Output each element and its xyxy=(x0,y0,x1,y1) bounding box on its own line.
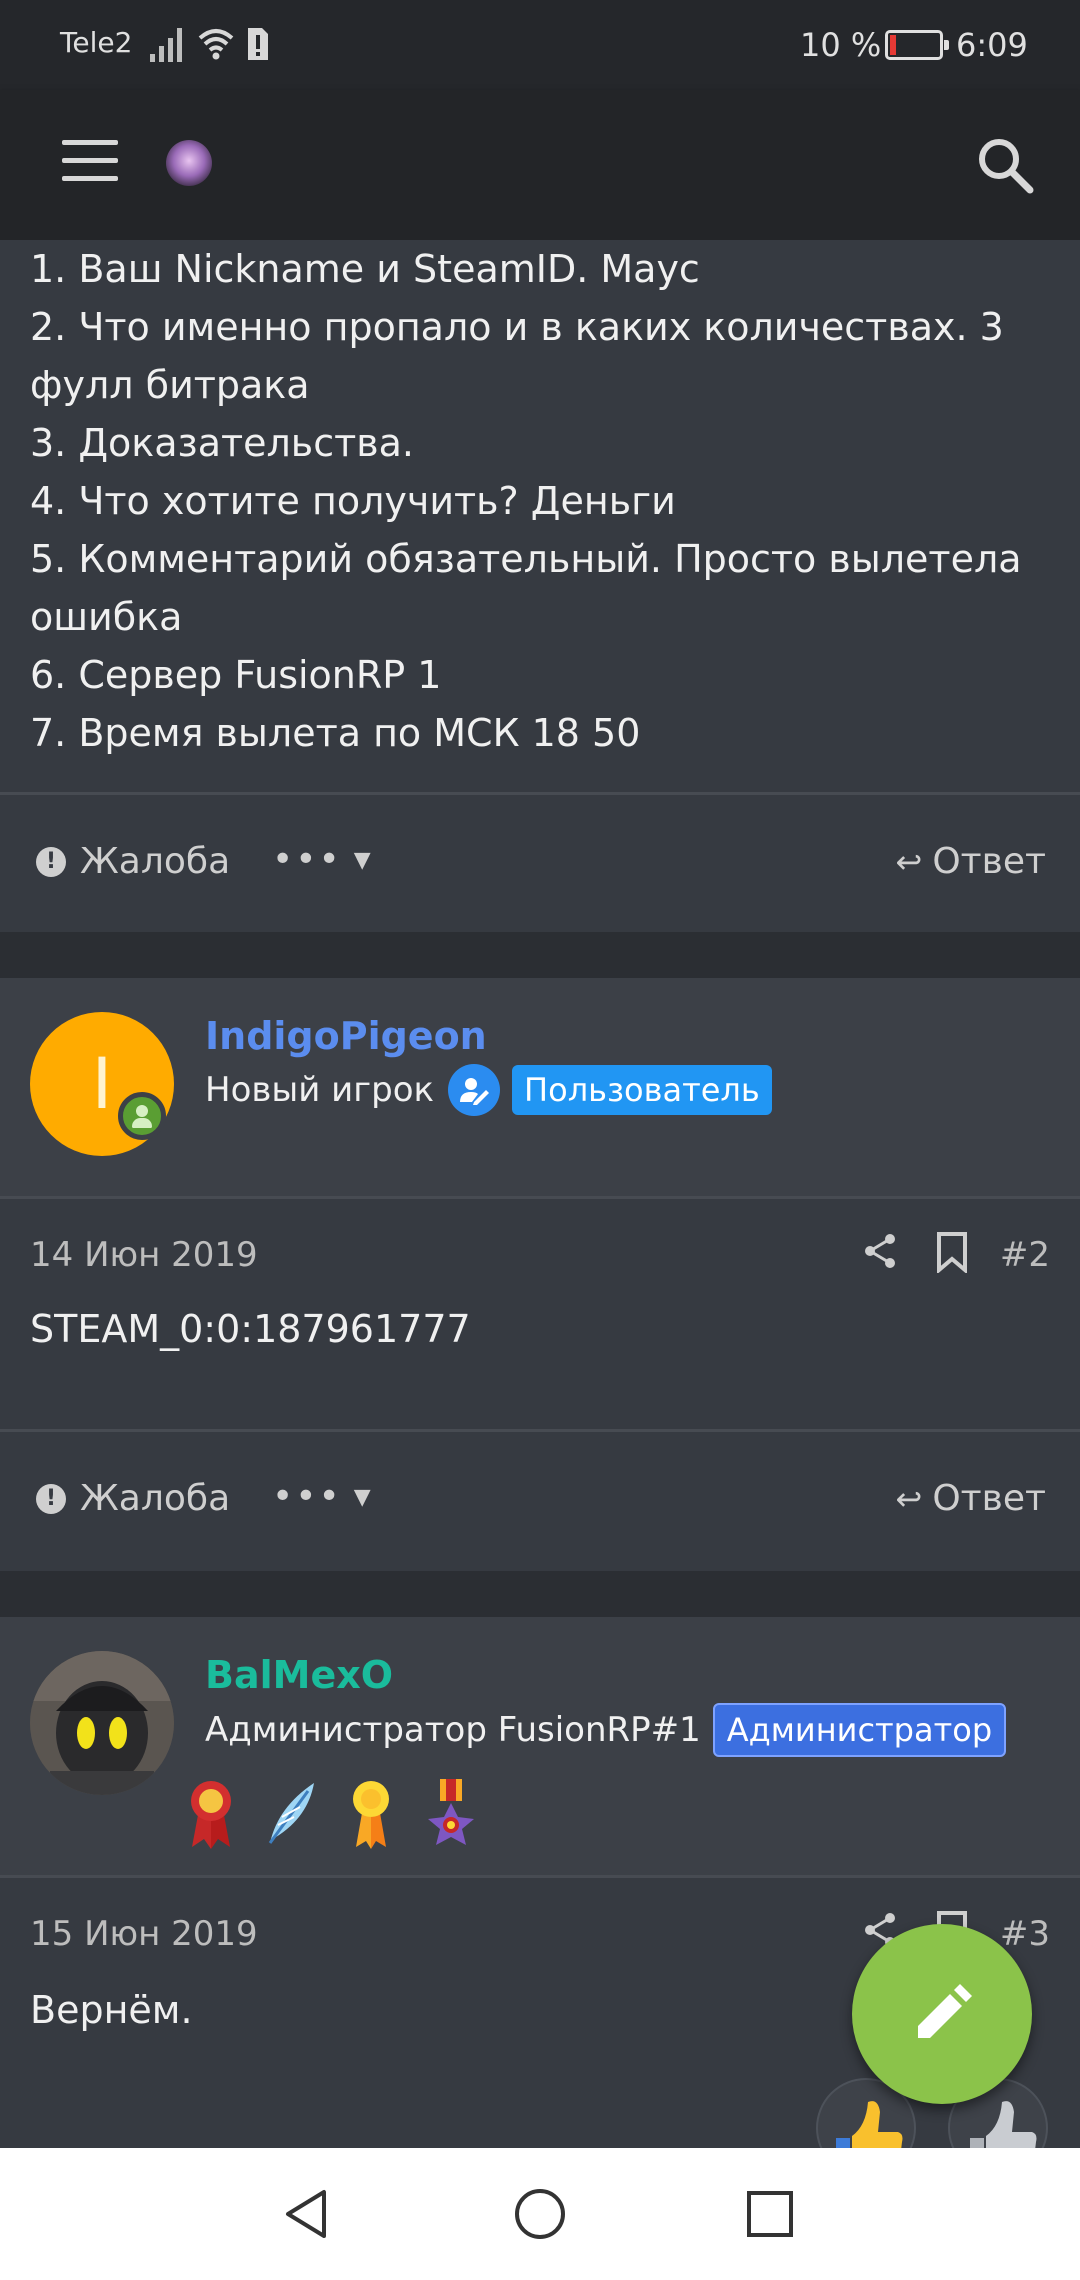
compose-button[interactable] xyxy=(852,1924,1032,2104)
post-line: 4. Что хотите получить? Деньги xyxy=(30,479,676,523)
post-1-actions: ! Жалоба ••• ▼ ↩ Ответ xyxy=(0,795,1080,931)
post-number[interactable]: #3 xyxy=(1000,1914,1050,1954)
search-icon[interactable] xyxy=(970,130,1040,200)
caret-down-icon: ▼ xyxy=(353,1485,373,1510)
username[interactable]: BalMexO xyxy=(205,1653,393,1697)
reply-label: Ответ xyxy=(932,841,1046,882)
alert-icon: ! xyxy=(36,846,66,877)
thread-content: 1. Ваш Nickname и SteamID. Маус 2. Что и… xyxy=(0,240,1080,2148)
post-2-actions: ! Жалоба ••• ▼ ↩ Ответ xyxy=(0,1432,1080,1568)
post-2: 14 Июн 2019 #2 STEAM_0:0:187961777 ! Жал… xyxy=(0,1199,1080,1571)
role-badge: Пользователь xyxy=(512,1065,772,1115)
online-status-icon xyxy=(118,1092,166,1140)
post-line: 2. Что именно пропало и в каких количест… xyxy=(30,305,1004,349)
hamburger-menu-icon[interactable] xyxy=(62,140,118,184)
reply-button[interactable]: ↩ Ответ xyxy=(896,1478,1046,1519)
verified-user-icon xyxy=(448,1064,501,1116)
back-icon[interactable] xyxy=(278,2184,338,2244)
post-line: 3. Доказательства. xyxy=(30,421,414,465)
bookmark-icon[interactable] xyxy=(935,1231,969,1273)
post-line: ошибка xyxy=(30,595,183,639)
caret-down-icon: ▼ xyxy=(353,848,373,873)
home-icon[interactable] xyxy=(510,2184,570,2244)
app-header xyxy=(0,90,1080,240)
site-logo[interactable] xyxy=(166,140,212,186)
post-date[interactable]: 15 Июн 2019 xyxy=(30,1914,258,1954)
post-line: 6. Сервер FusionRP 1 xyxy=(30,653,442,697)
post-1-body: 1. Ваш Nickname и SteamID. Маус 2. Что и… xyxy=(30,240,1050,762)
more-label: ••• xyxy=(272,1476,342,1517)
recents-icon[interactable] xyxy=(740,2184,800,2244)
gold-medal-award-icon[interactable] xyxy=(344,1777,398,1849)
post-gap xyxy=(0,932,1080,978)
post-line: 5. Комментарий обязательный. Просто выле… xyxy=(30,537,1022,581)
wifi-icon xyxy=(198,29,234,60)
report-button[interactable]: ! Жалоба xyxy=(36,841,230,882)
reply-button[interactable]: ↩ Ответ xyxy=(896,841,1046,882)
reply-label: Ответ xyxy=(932,1478,1046,1519)
pencil-icon xyxy=(918,1984,972,2038)
red-ribbon-award-icon[interactable] xyxy=(184,1777,238,1849)
avatar[interactable] xyxy=(30,1651,174,1795)
battery-icon xyxy=(885,30,949,60)
reply-icon: ↩ xyxy=(895,1480,923,1518)
reply-icon: ↩ xyxy=(895,843,923,881)
post-date[interactable]: 14 Июн 2019 xyxy=(30,1235,258,1275)
post-3-user-header: BalMexO Администратор FusionRP#1 Админис… xyxy=(0,1617,1080,1875)
user-title: Новый игрок xyxy=(205,1070,435,1110)
report-label: Жалоба xyxy=(80,1478,231,1519)
post-3-body: Вернём. xyxy=(30,1988,193,2032)
battery-percent: 10 % xyxy=(800,26,882,64)
post-gap xyxy=(0,1571,1080,1617)
user-title-row: Администратор FusionRP#1 Администратор xyxy=(205,1703,1007,1757)
report-label: Жалоба xyxy=(80,841,231,882)
status-bar: Tele2 10 % 6:09 xyxy=(0,0,1080,90)
post-number[interactable]: #2 xyxy=(1000,1235,1050,1275)
user-title: Администратор FusionRP#1 xyxy=(205,1710,701,1750)
post-line: 7. Время вылета по МСК 18 50 xyxy=(30,711,641,755)
role-badge: Администратор xyxy=(712,1703,1007,1757)
post-1: 1. Ваш Nickname и SteamID. Маус 2. Что и… xyxy=(0,240,1080,932)
post-2-body: STEAM_0:0:187961777 xyxy=(30,1307,471,1351)
more-options-button[interactable]: ••• ▼ xyxy=(272,839,373,880)
more-label: ••• xyxy=(272,839,342,880)
order-medal-award-icon[interactable] xyxy=(424,1777,478,1849)
carrier-name: Tele2 xyxy=(60,26,133,59)
post-2-user-header: I IndigoPigeon Новый игрок Пользователь xyxy=(0,978,1080,1196)
username[interactable]: IndigoPigeon xyxy=(205,1014,487,1058)
post-line: фулл битрака xyxy=(30,363,310,407)
alert-icon: ! xyxy=(36,1483,66,1514)
post-line: 1. Ваш Nickname и SteamID. Маус xyxy=(30,247,700,291)
feather-award-icon[interactable] xyxy=(264,1777,318,1849)
share-icon[interactable] xyxy=(860,1231,900,1271)
more-options-button[interactable]: ••• ▼ xyxy=(272,1476,373,1517)
sim-alert-icon xyxy=(248,28,268,60)
user-title-row: Новый игрок Пользователь xyxy=(205,1064,772,1116)
post-2-meta: 14 Июн 2019 #2 xyxy=(0,1199,1080,1309)
signal-icon xyxy=(150,28,182,62)
system-nav-bar xyxy=(0,2148,1080,2280)
clock: 6:09 xyxy=(956,26,1028,64)
awards-row xyxy=(184,1777,478,1849)
report-button[interactable]: ! Жалоба xyxy=(36,1478,230,1519)
